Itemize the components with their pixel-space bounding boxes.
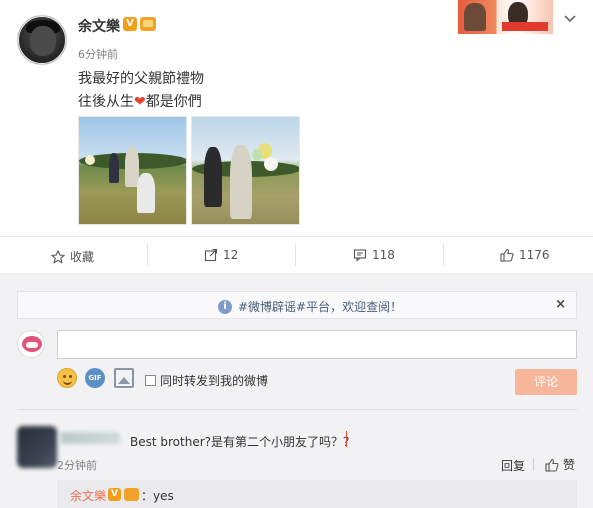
sub-reply-text: ：yes [141,489,174,503]
commenter-name-blurred[interactable] [60,432,120,444]
like-button[interactable]: 1176 [500,248,550,262]
member-crown-icon [140,17,156,31]
comment-time: 2分钟前 [57,459,97,472]
chevron-down-icon[interactable] [562,10,578,26]
heart-icon: ❤ [134,94,146,110]
comment-button[interactable]: 118 [353,248,395,262]
comment-text: Best brother?是有第二个小朋友了吗？？ [130,435,356,449]
rumor-notice-bar[interactable]: i #微博辟谣#平台，欢迎查阅！ × [17,291,577,319]
photo-balloon [85,155,95,165]
repost-option[interactable]: 同时转发到我的微博 [145,372,268,389]
info-icon: i [218,299,232,314]
post-time[interactable]: 6分钟前 [78,46,118,62]
verified-icon: V [108,488,121,501]
submit-comment-button[interactable]: 评论 [515,369,577,395]
promo-banner[interactable] [458,0,553,34]
verified-icon: V [123,17,137,31]
post-username[interactable]: 余文樂 [78,16,120,36]
gif-icon[interactable]: GIF [85,368,105,388]
notice-text[interactable]: #微博辟谣#平台，欢迎查阅！ [238,298,402,315]
avatar-ring [18,16,66,64]
comment-like-label: 赞 [563,458,576,472]
my-avatar[interactable] [17,330,45,358]
close-icon[interactable]: × [555,297,566,312]
comment-input[interactable] [57,330,577,359]
image-upload-icon[interactable] [114,368,134,388]
action-separator [295,244,296,266]
like-count: 1176 [519,248,550,262]
star-icon [51,249,65,264]
post-photo-2[interactable] [191,116,300,225]
sub-reply-username[interactable]: 余文樂 [70,487,106,504]
reply-button[interactable]: 回复 [501,457,525,474]
action-bar-divider [0,236,593,237]
action-separator [147,244,148,266]
emoji-icon[interactable] [57,368,77,388]
comment-like-button[interactable]: 赞 [545,456,575,473]
repost-checkbox[interactable] [145,375,156,386]
action-separator [443,244,444,266]
comments-divider [17,409,577,410]
comment-icon [353,249,367,262]
avatar-mouth [26,342,38,348]
photo-woman [204,147,222,207]
reply-like-separator [533,458,534,471]
notice-content: i #微博辟谣#平台，欢迎查阅！ [218,298,402,315]
post-text-line-1: 我最好的父親節禮物 [78,71,204,87]
post-text-part-2: 都是你們 [145,94,202,110]
post-text-line-2: 往後从生❤都是你們 [78,91,202,111]
thumbs-up-icon [545,458,559,472]
photo-balloon-green [252,149,262,161]
commenter-avatar-blurred[interactable] [17,426,57,468]
text-cursor [346,431,347,447]
photo-man [230,145,252,219]
share-icon [204,248,218,262]
banner-ribbon [502,22,548,31]
post-text-part-1: 往後从生 [78,94,134,110]
share-button[interactable]: 12 [204,248,238,262]
post-photo-1[interactable] [78,116,187,225]
member-crown-icon [124,488,139,501]
photo-child [137,173,155,213]
favorite-label: 收藏 [70,250,95,264]
repost-checkbox-label: 同时转发到我的微博 [160,374,269,388]
banner-figure-1 [464,3,486,31]
favorite-button[interactable]: 收藏 [51,248,94,265]
photo-person-1 [109,153,119,183]
share-count: 12 [223,248,239,262]
thumbs-up-icon [500,248,514,262]
user-avatar[interactable] [17,15,67,65]
comment-count: 118 [372,248,395,262]
photo-balloon-white [264,157,278,171]
